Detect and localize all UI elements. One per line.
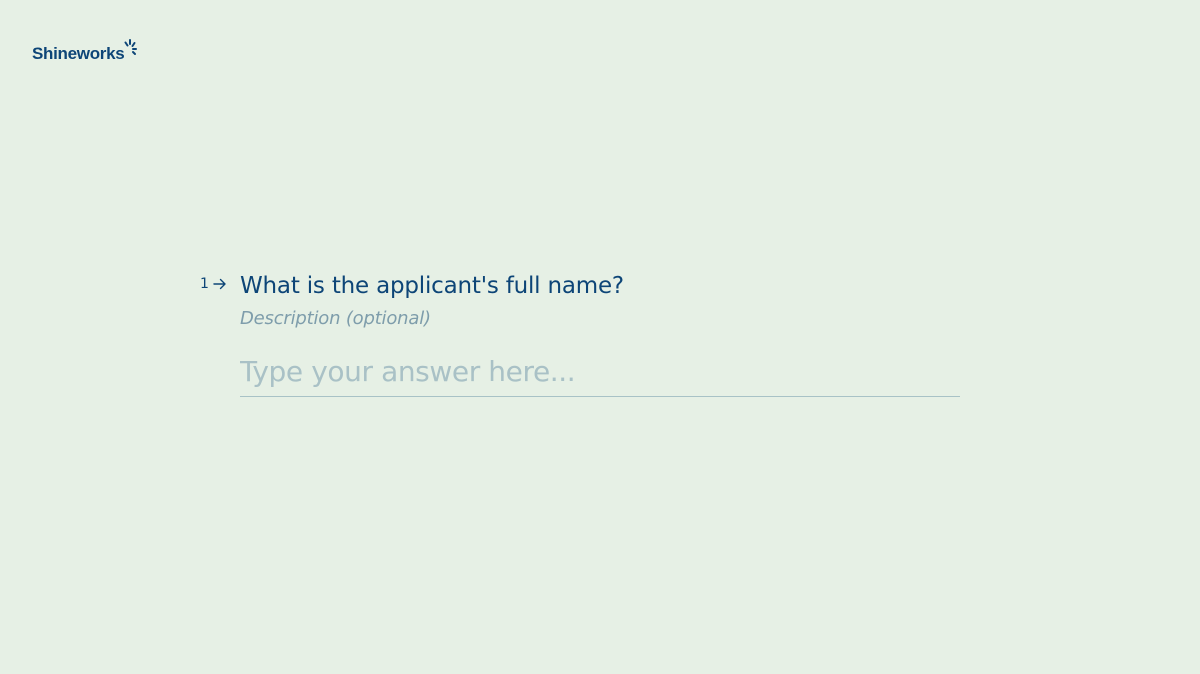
question-block: 1 What is the applicant's full name? Des… [196, 270, 966, 397]
answer-field-wrapper [240, 355, 960, 397]
question-number: 1 [196, 276, 240, 292]
brand-logo[interactable]: Shineworks [32, 38, 138, 62]
question-number-value: 1 [200, 276, 209, 292]
sparkle-icon [124, 39, 138, 55]
question-description[interactable]: Description (optional) [240, 308, 966, 329]
question-title[interactable]: What is the applicant's full name? [240, 270, 624, 302]
answer-input[interactable] [240, 355, 960, 397]
question-header: 1 What is the applicant's full name? [196, 270, 966, 302]
arrow-right-icon [213, 278, 226, 290]
brand-name: Shineworks [32, 44, 125, 63]
